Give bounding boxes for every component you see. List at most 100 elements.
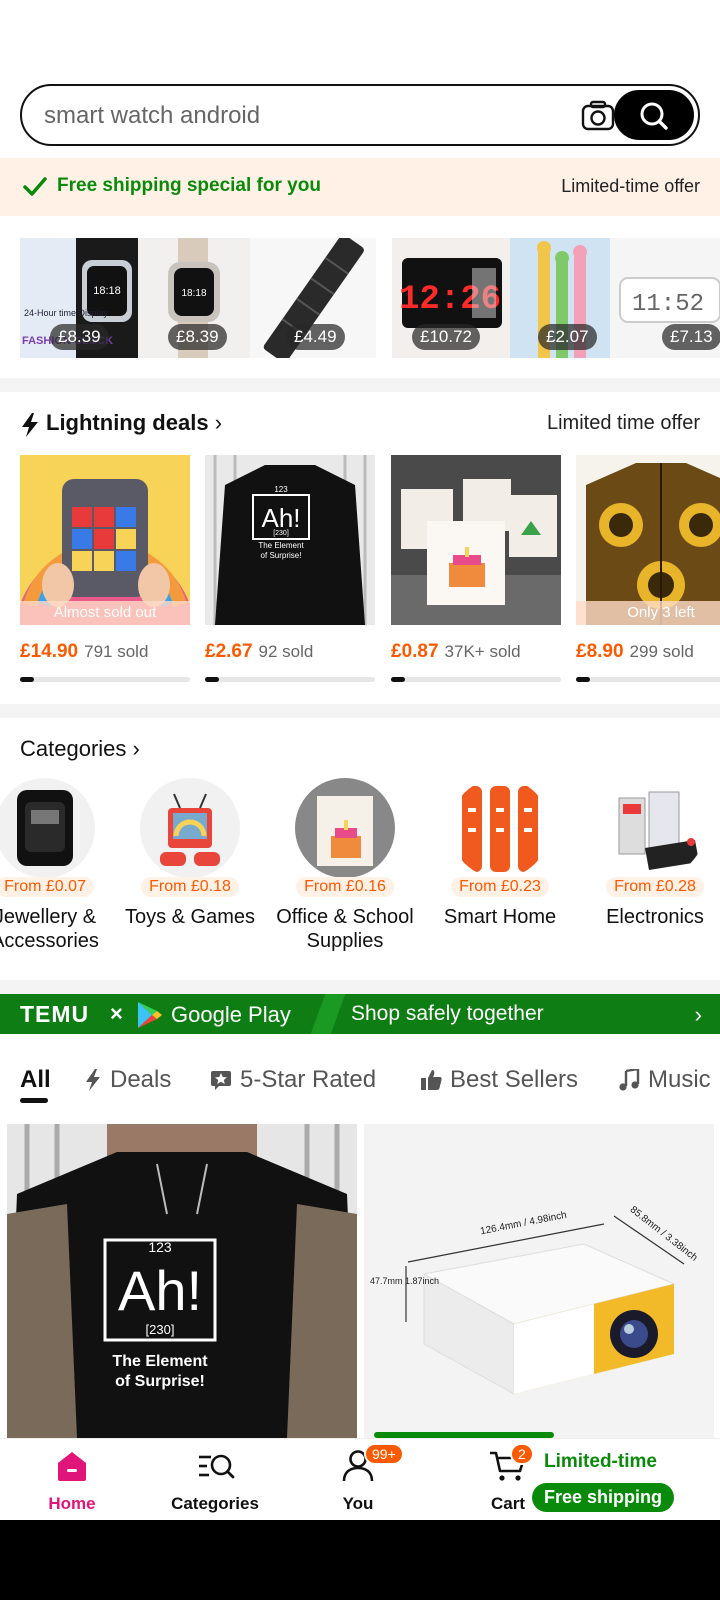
shirt-line1: The Element [258, 541, 304, 550]
tab-deals[interactable]: Deals [84, 1066, 171, 1094]
tab-label: 5-Star Rated [240, 1066, 377, 1093]
price-tag: £7.13 [662, 324, 720, 350]
product-tile-digital-clock[interactable]: 11:52 £7.13 [610, 238, 720, 358]
google-play-banner[interactable]: TEMU × Google Play Shop safely together … [0, 994, 720, 1034]
product-tile-strap[interactable]: £4.49 [250, 238, 376, 358]
product-tile-height-chart[interactable]: £2.07 [510, 238, 610, 358]
deal-sold: 791 sold [84, 642, 149, 661]
product-tile-watch-2[interactable]: 18:18 £8.39 [138, 238, 250, 358]
nav-label: You [342, 1494, 374, 1513]
svg-text:18:18: 18:18 [93, 285, 121, 297]
product-tile-clock[interactable]: 12:26 £10.72 [392, 238, 510, 358]
category-name: Office & School Supplies [276, 906, 414, 952]
category-image-toys [140, 778, 240, 878]
category-item[interactable]: From £0.07 Jewellery & Accessories [0, 778, 120, 953]
nav-home[interactable]: Home [12, 1449, 132, 1514]
deal-item[interactable]: Almost sold out £14.90 791 sold [20, 455, 190, 682]
tab-best-sellers[interactable]: Best Sellers [420, 1066, 578, 1094]
section-divider [0, 704, 720, 718]
shirt-line1: The Element [112, 1353, 208, 1370]
nav-label: Categories [171, 1494, 259, 1513]
printed-shirt-image [576, 455, 720, 625]
home-page: smart watch android Free shipping specia… [0, 0, 720, 1600]
deal-price: £2.67 [205, 641, 253, 662]
deal-item[interactable]: Only 3 left £8.90 299 sold [576, 455, 720, 682]
deal-image [391, 455, 561, 625]
deal-sold: 299 sold [629, 642, 694, 661]
category-name: Smart Home [443, 906, 557, 928]
categories-title: Categories [20, 736, 127, 761]
shirt-symbol: Ah! [261, 503, 300, 533]
temu-logo: TEMU [20, 1001, 90, 1027]
thumbs-up-icon [421, 1070, 442, 1090]
category-item[interactable]: From £0.28 Electronics [580, 778, 720, 929]
tshirt-image: 123 Ah! [230] The Element of Surprise! [205, 455, 375, 625]
deal-item[interactable]: £0.87 37K+ sold [391, 455, 561, 682]
deal-item[interactable]: 123 Ah! [230] The Element of Surprise! £… [205, 455, 375, 682]
bottom-navigation: Home Categories You 99+ Cart 2 Limited-t… [0, 1438, 720, 1520]
mini-projector-image: 126.4mm / 4.98inch 85.8mm / 3.38inch 47.… [364, 1124, 714, 1438]
product-card-projector[interactable]: 126.4mm / 4.98inch 85.8mm / 3.38inch 47.… [364, 1124, 714, 1438]
cart-free-shipping-badge[interactable]: Free shipping [532, 1483, 675, 1512]
deal-badge: Only 3 left [576, 601, 720, 625]
deal-progress-fill [20, 677, 34, 682]
shirt-mass: [230] [146, 1322, 175, 1337]
price-tag: £2.07 [538, 324, 597, 350]
product-card-tshirt[interactable]: 123 Ah! [230] The Element of Surprise! [7, 1124, 357, 1438]
deal-image: 123 Ah! [230] The Element of Surprise! [205, 455, 375, 625]
tab-label: Best Sellers [450, 1066, 579, 1093]
system-navigation-bar [0, 1520, 720, 1600]
search-button[interactable] [614, 90, 694, 140]
section-divider [0, 980, 720, 994]
tab-5-star-rated[interactable]: 5-Star Rated [210, 1066, 376, 1094]
projector-height: 47.7mm 1.87inch [370, 1276, 439, 1286]
cart-badge: 2 [510, 1443, 534, 1465]
tshirt-product-image: 123 Ah! [230] The Element of Surprise! [7, 1124, 357, 1438]
nav-categories[interactable]: Categories [155, 1449, 275, 1514]
deal-image: Only 3 left [576, 455, 720, 625]
category-item[interactable]: From £0.23 Smart Home [425, 778, 575, 929]
svg-text:11:52: 11:52 [632, 291, 704, 318]
category-item[interactable]: From £0.16 Office & School Supplies [270, 778, 420, 953]
deal-progress-bar [391, 677, 561, 682]
search-input[interactable]: smart watch android [44, 102, 260, 130]
star-badge-icon [211, 1071, 231, 1090]
search-bar[interactable]: smart watch android [20, 84, 700, 146]
deal-progress-bar [576, 677, 720, 682]
lightning-deals-link[interactable]: Lightning deals › [46, 410, 222, 436]
google-play-icon [138, 1002, 162, 1028]
price-tag: £8.39 [50, 324, 109, 350]
tab-music[interactable]: Music [618, 1066, 711, 1094]
category-item[interactable]: From £0.18 Toys & Games [115, 778, 265, 929]
free-shipping-banner[interactable]: Free shipping special for you Limited-ti… [0, 158, 720, 216]
deal-image: Almost sold out [20, 455, 190, 625]
tab-label: Deals [110, 1066, 172, 1093]
chevron-right-icon: › [132, 736, 140, 761]
categories-link[interactable]: Categories › [20, 736, 140, 762]
deal-progress-fill [205, 677, 219, 682]
banner-text: Shop safely together [351, 1002, 544, 1025]
home-icon [58, 1452, 86, 1481]
product-tile-watch[interactable]: 18:18 24-Hour time Display FASHION CLOCK… [20, 238, 138, 358]
google-play-label: Google Play [171, 1002, 291, 1027]
category-price: From £0.16 [296, 877, 394, 897]
nav-you[interactable]: You 99+ [298, 1443, 418, 1514]
tab-all[interactable]: All [20, 1066, 51, 1094]
deal-price: £0.87 [391, 641, 439, 662]
limited-offer-label: Limited-time offer [561, 176, 700, 196]
nav-label: Home [48, 1494, 96, 1513]
chevron-right-icon: › [214, 410, 223, 435]
deal-sold: 92 sold [258, 642, 314, 661]
price-tag: £4.49 [286, 324, 345, 350]
category-price: From £0.28 [606, 877, 704, 897]
camera-search-icon[interactable] [580, 98, 616, 134]
lightning-deals-title: Lightning deals [46, 410, 209, 435]
watch-caption: 24-Hour time Display [24, 308, 109, 318]
popup-cards-image [391, 455, 561, 625]
search-icon [640, 102, 668, 130]
shirt-number: 123 [274, 485, 288, 494]
deal-price: £8.90 [576, 641, 624, 662]
deal-progress-bar [205, 677, 375, 682]
chevron-right-icon: › [694, 1002, 702, 1027]
check-icon [23, 177, 47, 196]
